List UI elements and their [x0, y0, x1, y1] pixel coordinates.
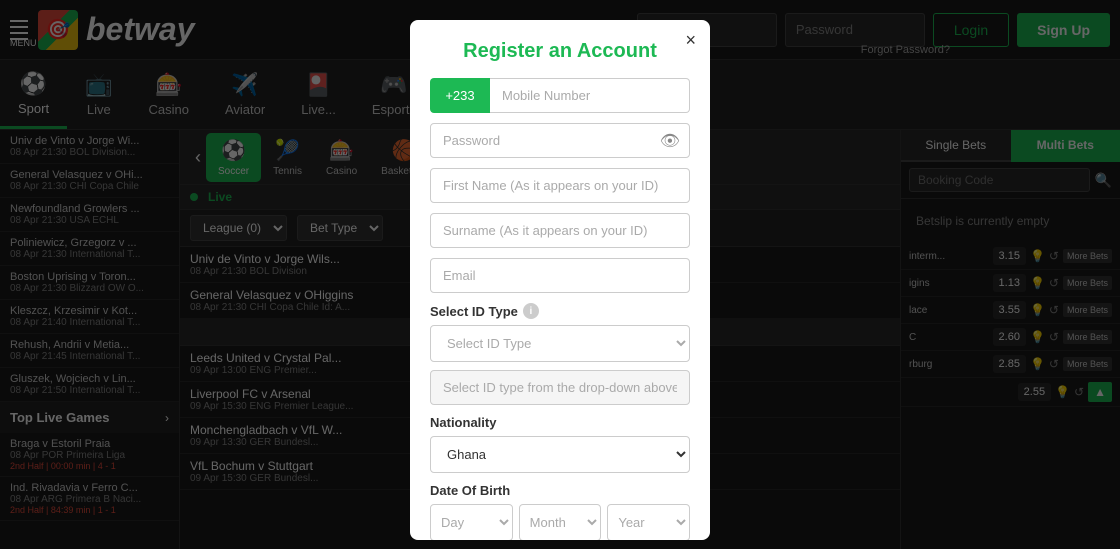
password-input-modal[interactable]	[430, 123, 690, 158]
dob-row: Day Month Year	[430, 504, 690, 540]
select-id-dropdown[interactable]: Select ID Type	[430, 325, 690, 362]
firstname-field	[430, 168, 690, 203]
register-modal: × Register an Account +233 👁	[410, 20, 710, 540]
modal-title: Register an Account	[430, 40, 690, 63]
nationality-field: Nationality Ghana	[430, 415, 690, 473]
select-id-section: Select ID Type i Select ID Type	[430, 303, 690, 405]
phone-field: +233	[430, 78, 690, 113]
surname-input[interactable]	[430, 213, 690, 248]
country-code-button[interactable]: +233	[430, 78, 490, 113]
modal-overlay: × Register an Account +233 👁	[0, 0, 1120, 549]
dob-month-select[interactable]: Month	[519, 504, 602, 540]
select-id-label: Select ID Type i	[430, 303, 690, 319]
dob-year-select[interactable]: Year	[607, 504, 690, 540]
mobile-input[interactable]	[490, 78, 690, 113]
nationality-label: Nationality	[430, 415, 690, 430]
password-field: 👁	[430, 123, 690, 158]
email-input[interactable]	[430, 258, 690, 293]
dob-label: Date Of Birth	[430, 483, 690, 498]
nationality-select[interactable]: Ghana	[430, 436, 690, 473]
surname-field	[430, 213, 690, 248]
firstname-input[interactable]	[430, 168, 690, 203]
modal-close-button[interactable]: ×	[685, 30, 696, 51]
dob-day-select[interactable]: Day	[430, 504, 513, 540]
email-field	[430, 258, 690, 293]
eye-icon[interactable]: 👁	[660, 131, 680, 151]
dob-field: Date Of Birth Day Month Year	[430, 483, 690, 540]
id-sub-input	[430, 370, 690, 405]
info-icon[interactable]: i	[523, 303, 539, 319]
